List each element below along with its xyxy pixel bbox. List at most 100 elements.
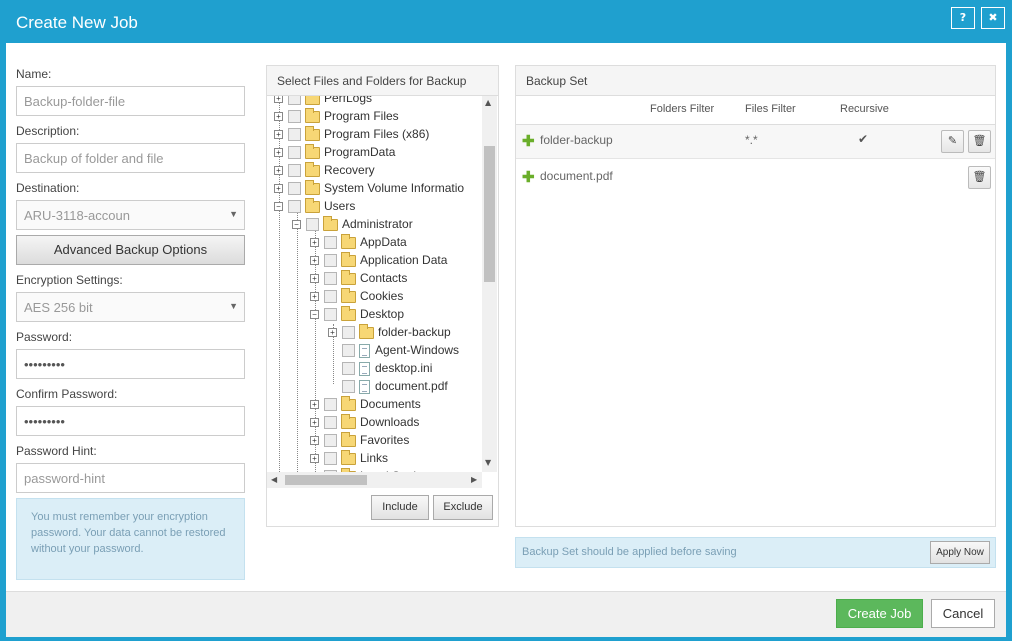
tree-checkbox[interactable] (324, 416, 337, 430)
tree-item[interactable]: + folder-backup (328, 323, 451, 342)
expand-icon[interactable]: + (310, 454, 319, 464)
expand-icon[interactable]: + (310, 256, 319, 266)
tree-item[interactable]: + AppData (310, 233, 407, 252)
expand-icon[interactable]: + (310, 418, 319, 428)
scroll-left-icon[interactable]: ◀ (271, 475, 277, 484)
tree-checkbox[interactable] (324, 236, 337, 250)
tree-item-label: folder-backup (378, 325, 451, 339)
edit-icon[interactable]: ✎ (941, 130, 964, 153)
description-label: Description: (16, 124, 80, 138)
help-button[interactable]: ? (951, 7, 975, 29)
password-hint-input[interactable]: password-hint (16, 463, 245, 493)
scroll-up-icon[interactable]: ▲ (485, 98, 491, 107)
tree-checkbox[interactable] (324, 272, 337, 286)
scroll-down-icon[interactable]: ▼ (485, 458, 491, 467)
confirm-password-input[interactable]: ••••••••• (16, 406, 245, 436)
expand-icon[interactable]: + (274, 148, 283, 158)
expand-icon[interactable]: + (310, 400, 319, 410)
expand-icon[interactable]: + (328, 328, 337, 338)
tree-checkbox[interactable] (324, 308, 337, 322)
folder-icon (341, 395, 356, 411)
tree-vertical-scrollbar[interactable]: ▲ ▼ (482, 96, 497, 472)
tree-checkbox[interactable] (342, 362, 355, 376)
advanced-backup-options-button[interactable]: Advanced Backup Options (16, 235, 245, 265)
tree-item[interactable]: + System Volume Informatio (274, 179, 464, 198)
cancel-button[interactable]: Cancel (931, 599, 995, 628)
tree-checkbox[interactable] (288, 200, 301, 214)
tree-checkbox[interactable] (288, 128, 301, 142)
expand-icon[interactable]: + (310, 238, 319, 248)
tree-horizontal-scrollbar[interactable]: ◀ ▶ (267, 472, 482, 488)
tree-item[interactable]: + Links (310, 449, 388, 468)
backup-set-row[interactable]: ✚ document.pdf 🗑 (516, 160, 995, 194)
tree-checkbox[interactable] (288, 110, 301, 124)
tree-checkbox[interactable] (288, 164, 301, 178)
expand-plus-icon[interactable]: ✚ (522, 168, 535, 186)
password-input[interactable]: ••••••••• (16, 349, 245, 379)
tree-item[interactable]: − Users (274, 197, 355, 216)
tree-item[interactable]: + Program Files (274, 107, 399, 126)
tree-checkbox[interactable] (324, 434, 337, 448)
tree-item[interactable]: − Administrator (292, 215, 413, 234)
tree-item[interactable]: + Program Files (x86) (274, 125, 430, 144)
name-input[interactable]: Backup-folder-file (16, 86, 245, 116)
expand-icon[interactable]: + (310, 436, 319, 446)
expand-icon[interactable]: + (274, 184, 283, 194)
tree-checkbox[interactable] (324, 398, 337, 412)
tree-checkbox[interactable] (342, 326, 355, 340)
description-input[interactable]: Backup of folder and file (16, 143, 245, 173)
tree-item[interactable]: + Favorites (310, 431, 409, 450)
trash-icon[interactable]: 🗑 (968, 130, 991, 153)
expand-icon[interactable]: + (274, 166, 283, 176)
exclude-button[interactable]: Exclude (433, 495, 493, 520)
tree-checkbox[interactable] (342, 344, 355, 358)
create-job-button[interactable]: Create Job (836, 599, 923, 628)
tree-checkbox[interactable] (324, 254, 337, 268)
tree-checkbox[interactable] (324, 290, 337, 304)
tree-checkbox[interactable] (288, 146, 301, 160)
tree-checkbox[interactable] (324, 452, 337, 466)
tree-item[interactable]: − Desktop (310, 305, 404, 324)
expand-icon[interactable]: + (310, 274, 319, 284)
scroll-thumb[interactable] (484, 146, 495, 282)
tree-item[interactable]: desktop.ini (328, 360, 432, 378)
tree-item[interactable]: + Recovery (274, 161, 375, 180)
backup-item-name: document.pdf (540, 169, 613, 183)
tree-item[interactable]: Agent-Windows (328, 342, 459, 360)
tree-item[interactable]: + Application Data (310, 251, 447, 270)
expand-icon[interactable]: + (274, 112, 283, 122)
tree-item-label: Program Files (x86) (324, 127, 430, 141)
backup-set-row[interactable]: ✚ folder-backup *.* ✔ ✎ 🗑 (516, 125, 995, 159)
folder-icon (341, 287, 356, 303)
tree-checkbox[interactable] (342, 380, 355, 394)
tree-item[interactable]: + Downloads (310, 413, 419, 432)
tree-checkbox[interactable] (306, 218, 319, 232)
include-button[interactable]: Include (371, 495, 429, 520)
scroll-thumb[interactable] (285, 475, 367, 485)
collapse-icon[interactable]: − (292, 220, 301, 230)
password-label: Password: (16, 330, 73, 344)
destination-select[interactable]: ARU-3118-accoun ▼ (16, 200, 245, 230)
backup-item-name: folder-backup (540, 133, 613, 147)
tree-item[interactable]: + PerfLogs (274, 96, 372, 108)
tree-item[interactable]: + ProgramData (274, 143, 395, 162)
tree-item[interactable]: + Documents (310, 395, 421, 414)
trash-icon[interactable]: 🗑 (968, 166, 991, 189)
file-tree[interactable]: + PerfLogs + Program Files + Program Files (x… (271, 96, 482, 472)
collapse-icon[interactable]: − (310, 310, 319, 320)
close-button[interactable]: ✖ (981, 7, 1005, 29)
expand-icon[interactable]: + (310, 292, 319, 302)
scroll-right-icon[interactable]: ▶ (471, 475, 477, 484)
expand-plus-icon[interactable]: ✚ (522, 132, 535, 150)
tree-checkbox[interactable] (288, 182, 301, 196)
collapse-icon[interactable]: − (274, 202, 283, 212)
tree-checkbox[interactable] (288, 96, 301, 106)
tree-item[interactable]: + Cookies (310, 287, 403, 306)
tree-item[interactable]: + Contacts (310, 269, 407, 288)
encryption-select[interactable]: AES 256 bit ▼ (16, 292, 245, 322)
recursive-check-icon: ✔ (858, 132, 869, 146)
tree-item[interactable]: document.pdf (328, 378, 448, 396)
apply-now-button[interactable]: Apply Now (930, 541, 990, 564)
expand-icon[interactable]: + (274, 96, 283, 104)
expand-icon[interactable]: + (274, 130, 283, 140)
